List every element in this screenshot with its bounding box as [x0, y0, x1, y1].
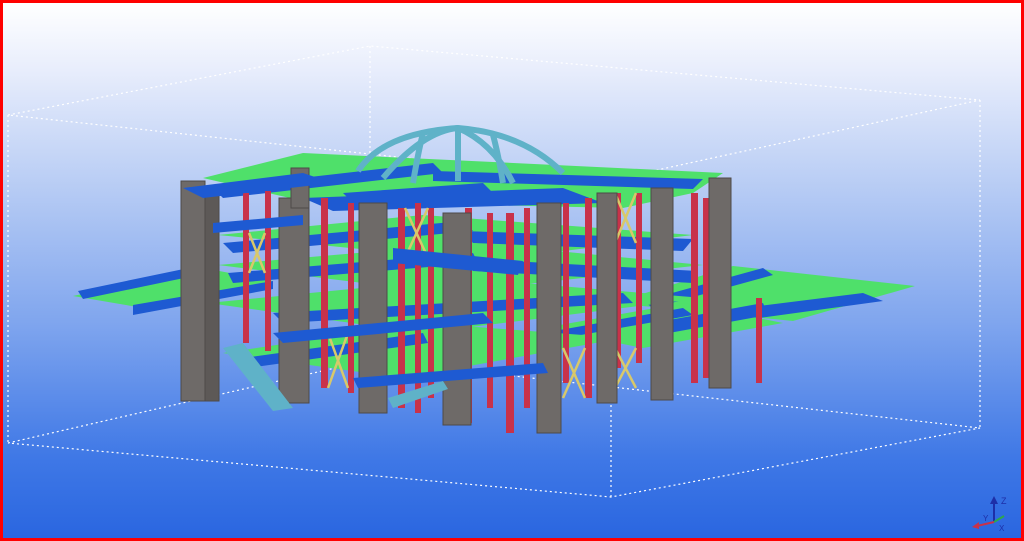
3d-model-viewport[interactable]: Z Y X: [0, 0, 1024, 541]
y-axis-label: Y: [983, 514, 989, 523]
y-axis-arrow: [993, 515, 1005, 523]
axis-orientation-gizmo: Z Y X: [969, 492, 1015, 533]
z-axis-label: Z: [1001, 496, 1007, 506]
x-axis-label: X: [999, 524, 1005, 532]
structure-model-view[interactable]: [3, 3, 1021, 538]
